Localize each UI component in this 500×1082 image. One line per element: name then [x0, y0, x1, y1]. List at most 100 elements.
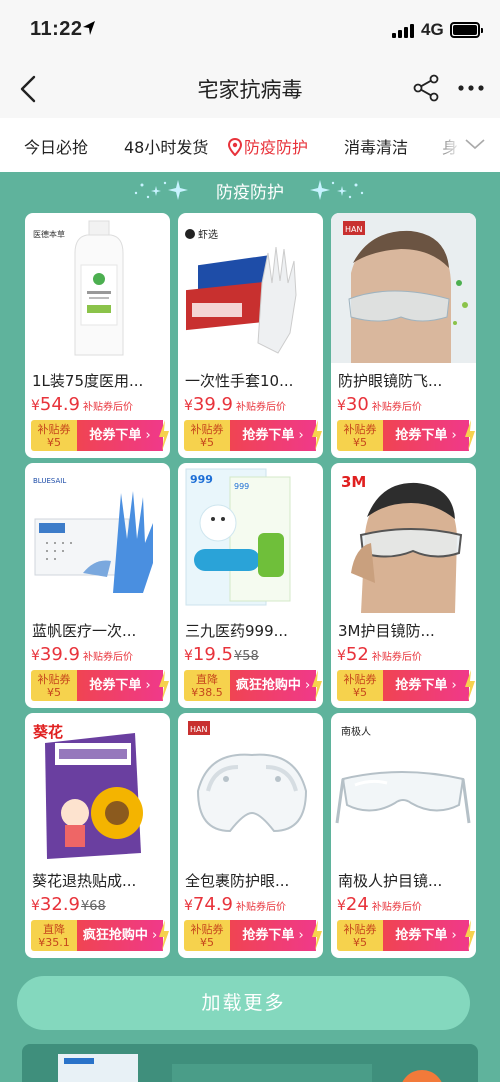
coupon-action-label: 抢券下单	[89, 428, 142, 443]
coupon-action-label: 疯狂抢购中	[82, 928, 148, 943]
coupon-action: 抢券下单 ›	[383, 420, 475, 451]
product-card[interactable]: HAN 防护眼镜防飞... ¥30 补贴券后价 补贴券 ¥5 抢券下单 ›	[331, 213, 476, 458]
location-arrow-icon	[83, 21, 95, 35]
price-row: ¥74.9 补贴券后价	[184, 894, 286, 915]
coupon-badge: 补贴券 ¥5	[337, 420, 383, 451]
product-price: 24	[345, 894, 369, 915]
promo-banner[interactable]	[22, 1044, 478, 1082]
coupon-action: 抢券下单 ›	[230, 420, 322, 451]
coupon-button[interactable]: 补贴券 ¥5 抢券下单 ›	[337, 920, 475, 951]
coupon-button[interactable]: 直降 ¥38.5 疯狂抢购中 ›	[184, 670, 322, 701]
coupon-button[interactable]: 补贴券 ¥5 抢券下单 ›	[31, 670, 169, 701]
nitrile-gloves-icon: BLUESAIL	[33, 477, 153, 593]
svg-text:HAN: HAN	[345, 225, 362, 234]
safety-glasses-icon: 南极人	[335, 725, 471, 824]
coupon-button[interactable]: 补贴券 ¥5 抢券下单 ›	[337, 670, 475, 701]
svg-text:医德本草: 医德本草	[33, 229, 65, 239]
product-card[interactable]: 3M 3M护目镜防... ¥52 补贴券后价 补贴券 ¥5 抢券下单 ›	[331, 463, 476, 708]
chevron-down-icon[interactable]	[464, 136, 486, 152]
coupon-action-label: 抢券下单	[395, 928, 448, 943]
price-note: 补贴券后价	[371, 402, 422, 413]
tab-48h-shipping[interactable]: 48小时发货	[124, 134, 208, 158]
sparkle-right-icon	[310, 180, 364, 200]
discount-badge: 直降 ¥35.1	[31, 920, 77, 951]
coupon-badge: 补贴券 ¥5	[184, 420, 230, 451]
load-more-button[interactable]: 加载更多	[17, 976, 470, 1030]
coupon-label: 补贴券	[343, 673, 377, 686]
coupon-action: 疯狂抢购中 ›	[230, 670, 322, 701]
share-icon[interactable]	[410, 72, 442, 104]
product-name: 葵花退热贴成...	[32, 872, 137, 890]
coupon-action: 抢券下单 ›	[77, 670, 169, 701]
bolt-icon	[312, 420, 322, 451]
coupon-button[interactable]: 补贴券 ¥5 抢券下单 ›	[337, 420, 475, 451]
price-row: ¥19.5¥58	[184, 644, 259, 665]
product-name: 全包裹防护眼...	[185, 872, 290, 890]
coupon-action-label: 抢券下单	[242, 428, 295, 443]
coupon-button[interactable]: 补贴券 ¥5 抢券下单 ›	[31, 420, 169, 451]
fever-patch-box-icon: 葵花	[33, 723, 143, 859]
product-card[interactable]: BLUESAIL 蓝帆医疗一次... ¥39.9 补贴券后价 补贴券 ¥5 抢券下单…	[25, 463, 170, 708]
discount-amount: ¥38.5	[191, 686, 223, 699]
coupon-label: 补贴券	[190, 923, 224, 936]
product-price: 32.9	[39, 894, 80, 915]
coupon-label: 补贴券	[37, 673, 71, 686]
network-label: 4G	[421, 20, 444, 39]
coupon-action-label: 抢券下单	[395, 678, 448, 693]
svg-text:HAN: HAN	[190, 725, 207, 734]
svg-text:南极人: 南极人	[341, 725, 371, 738]
coupon-button[interactable]: 补贴券 ¥5 抢券下单 ›	[184, 420, 322, 451]
product-price: 74.9	[192, 894, 233, 915]
bolt-icon	[465, 920, 475, 951]
coupon-amount: ¥5	[353, 436, 367, 449]
discount-badge: 直降 ¥38.5	[184, 670, 230, 701]
coupon-badge: 补贴券 ¥5	[184, 920, 230, 951]
coupon-amount: ¥5	[47, 436, 61, 449]
coupon-badge: 补贴券 ¥5	[31, 420, 77, 451]
product-price: 39.9	[192, 394, 233, 415]
tab-disinfection[interactable]: 消毒清洁	[344, 134, 408, 158]
product-name: 防护眼镜防飞...	[338, 372, 443, 390]
coupon-action: 抢券下单 ›	[77, 420, 169, 451]
disposable-gloves-icon: 虾选	[185, 228, 297, 354]
more-icon[interactable]	[455, 72, 487, 104]
svg-text:BLUESAIL: BLUESAIL	[33, 477, 66, 485]
coupon-amount: ¥5	[200, 936, 214, 949]
price-row: ¥52 补贴券后价	[337, 644, 422, 665]
product-card[interactable]: HAN 全包裹防护眼... ¥74.9 补贴券后价 补贴券 ¥5 抢券下单 ›	[178, 713, 323, 958]
svg-text:虾选: 虾选	[198, 228, 218, 241]
coupon-action-label: 疯狂抢购中	[235, 678, 301, 693]
price-note: 补贴券后价	[83, 652, 133, 663]
price-row: ¥32.9¥68	[31, 894, 106, 915]
product-card[interactable]: 999 999 三九医药999... ¥19.5¥58 直降 ¥38.5 疯狂抢购…	[178, 463, 323, 708]
tab-today-deals[interactable]: 今日必抢	[24, 134, 88, 158]
coupon-action-label: 抢券下单	[395, 428, 448, 443]
coupon-button[interactable]: 直降 ¥35.1 疯狂抢购中 ›	[31, 920, 169, 951]
nav-bar: 宅家抗病毒	[0, 60, 500, 118]
coupon-label: 补贴券	[190, 423, 224, 436]
goggles-model-icon: HAN	[331, 213, 476, 363]
coupon-action: 抢券下单 ›	[383, 670, 475, 701]
product-name: 一次性手套10...	[185, 372, 294, 390]
bolt-icon	[159, 670, 169, 701]
bolt-icon	[312, 920, 322, 951]
bolt-icon	[465, 420, 475, 451]
bolt-icon	[159, 420, 169, 451]
product-card[interactable]: 虾选 一次性手套10... ¥39.9 补贴券后价 补贴券 ¥5 抢券下单 ›	[178, 213, 323, 458]
product-price: 54.9	[39, 394, 80, 415]
discount-label: 直降	[43, 923, 65, 936]
product-card[interactable]: 葵花 葵花退热贴成... ¥32.9¥68 直降 ¥35.1 疯狂抢购中 ›	[25, 713, 170, 958]
product-card[interactable]: 南极人 南极人护目镜... ¥24 补贴券后价 补贴券 ¥5 抢券下单 ›	[331, 713, 476, 958]
product-price: 19.5	[192, 644, 233, 665]
tab-epidemic-protection[interactable]: 防疫防护	[228, 134, 308, 158]
promo-banner-art	[58, 1054, 442, 1082]
price-note: 补贴券后价	[236, 402, 286, 413]
product-name: 3M护目镜防...	[338, 622, 435, 640]
product-card[interactable]: 医德本草 1L装75度医用... ¥54.9 补贴券后价 补贴券 ¥5 抢券下单 ›	[25, 213, 170, 458]
product-name: 三九医药999...	[185, 622, 288, 640]
discount-label: 直降	[196, 673, 218, 686]
coupon-button[interactable]: 补贴券 ¥5 抢券下单 ›	[184, 920, 322, 951]
product-name: 蓝帆医疗一次...	[32, 622, 137, 640]
product-name: 南极人护目镜...	[338, 872, 443, 890]
coupon-label: 补贴券	[37, 423, 71, 436]
